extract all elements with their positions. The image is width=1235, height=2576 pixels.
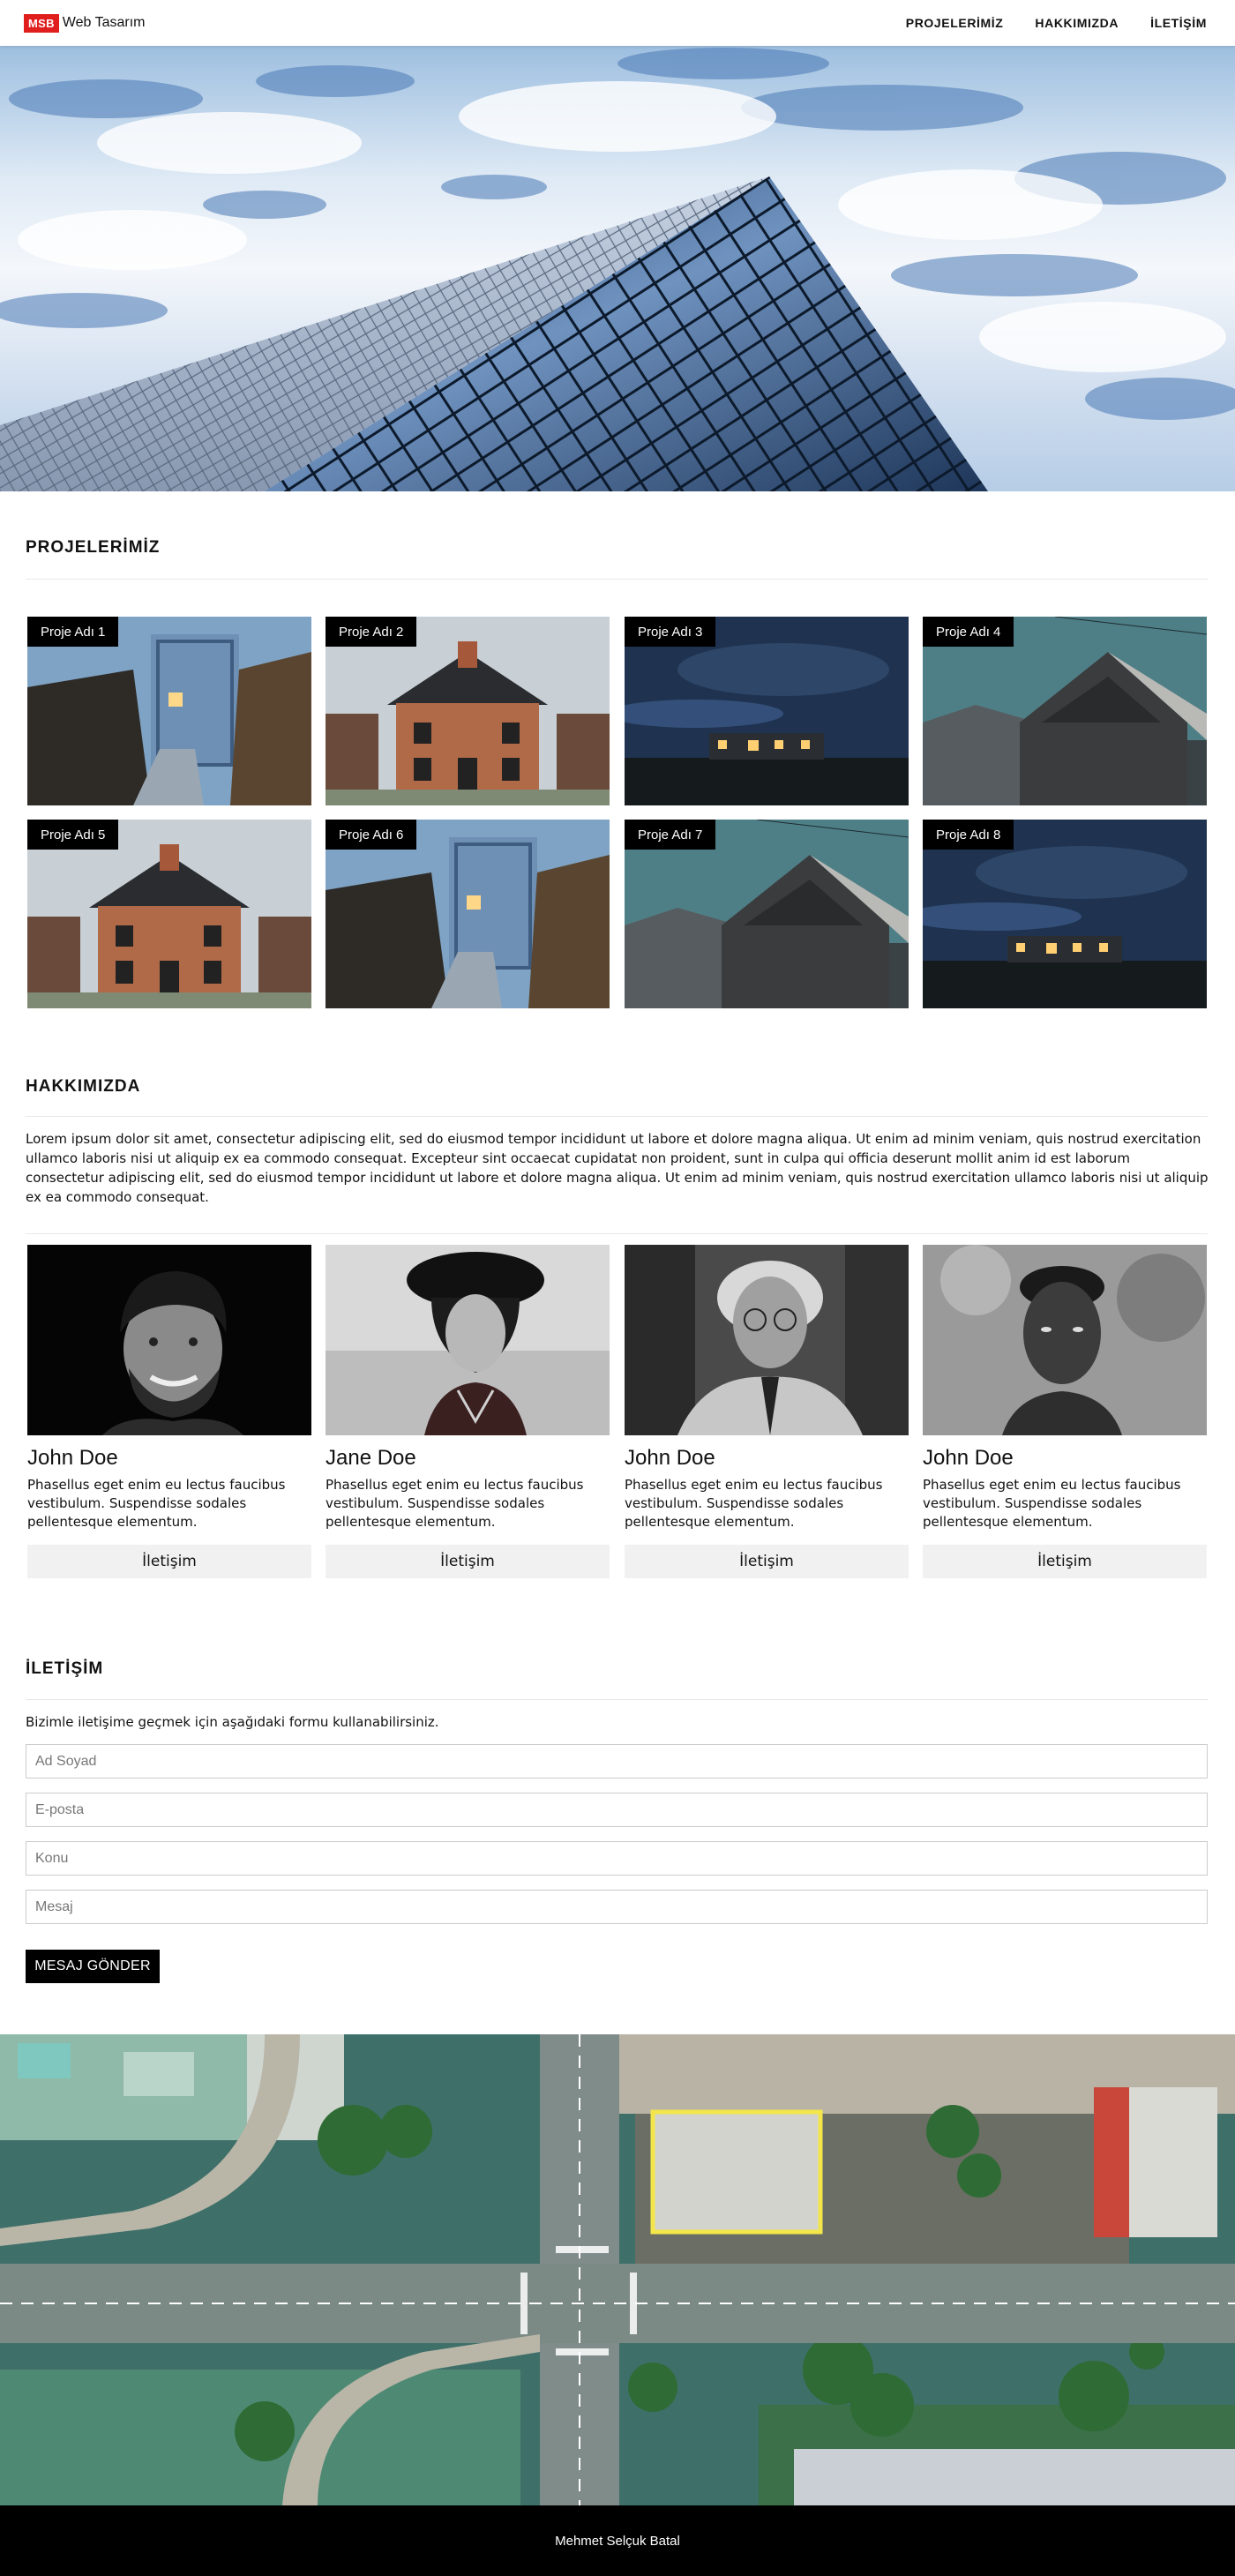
contact-divider [26,1699,1208,1700]
team-name: John Doe [625,1446,715,1470]
team-description: Phasellus eget enim eu lectus faucibus v… [625,1477,883,1530]
team-photo [923,1245,1207,1435]
team-contact-button[interactable]: İletişim [326,1545,610,1578]
brand-badge: MSB [24,13,59,33]
project-card[interactable]: Proje Adı 3 [625,617,909,805]
team-description: Phasellus eget enim eu lectus faucibus v… [27,1477,286,1530]
about-divider [26,1116,1208,1117]
project-label: Proje Adı 8 [923,820,1014,850]
hero-image [0,46,1235,491]
project-label: Proje Adı 2 [326,617,417,647]
contact-heading: İLETİŞİM [26,1659,104,1678]
team-contact-button[interactable]: İletişim [27,1545,311,1578]
team-card: John Doe Phasellus eget enim eu lectus f… [27,1245,311,1578]
project-card[interactable]: Proje Adı 8 [923,820,1207,1008]
project-card[interactable]: Proje Adı 5 [27,820,311,1008]
project-label: Proje Adı 7 [625,820,716,850]
message-field[interactable] [26,1890,1208,1924]
team-photo [27,1245,311,1435]
nav-link-contact[interactable]: İLETİŞİM [1134,16,1211,30]
footer-author: Mehmet Selçuk Batal [555,2533,680,2549]
about-text: Lorem ipsum dolor sit amet, consectetur … [26,1131,1209,1205]
team-card: Jane Doe Phasellus eget enim eu lectus f… [326,1245,610,1578]
team-photo [625,1245,909,1435]
project-card[interactable]: Proje Adı 6 [326,820,610,1008]
project-card[interactable]: Proje Adı 7 [625,820,909,1008]
projects-divider [26,579,1208,580]
team-card: John Doe Phasellus eget enim eu lectus f… [923,1245,1207,1578]
contact-intro: Bizimle iletişime geçmek için aşağıdaki … [26,1714,439,1730]
team-card: John Doe Phasellus eget enim eu lectus f… [625,1245,909,1578]
projects-heading: PROJELERİMİZ [26,538,161,557]
project-label: Proje Adı 3 [625,617,716,647]
nav-link-about[interactable]: HAKKIMIZDA [1019,16,1134,30]
project-card[interactable]: Proje Adı 4 [923,617,1207,805]
team-name: John Doe [923,1446,1014,1470]
nav-links: PROJELERİMİZ HAKKIMIZDA İLETİŞİM [890,16,1211,30]
project-card[interactable]: Proje Adı 1 [27,617,311,805]
team-description: Phasellus eget enim eu lectus faucibus v… [326,1477,584,1530]
subject-field[interactable] [26,1841,1208,1876]
top-navbar: MSB Web Tasarım PROJELERİMİZ HAKKIMIZDA … [0,0,1235,46]
project-label: Proje Adı 4 [923,617,1014,647]
team-description: Phasellus eget enim eu lectus faucibus v… [923,1477,1181,1530]
team-name: Jane Doe [326,1446,416,1470]
brand-name: Web Tasarım [62,15,146,30]
nav-link-projects[interactable]: PROJELERİMİZ [890,16,1020,30]
about-divider-2 [26,1233,1208,1234]
brand-logo[interactable]: MSB Web Tasarım [24,13,146,33]
project-label: Proje Adı 6 [326,820,417,850]
project-card[interactable]: Proje Adı 2 [326,617,610,805]
email-field[interactable] [26,1793,1208,1827]
project-label: Proje Adı 5 [27,820,119,850]
team-contact-button[interactable]: İletişim [625,1545,909,1578]
send-message-button[interactable]: MESAJ GÖNDER [26,1950,160,1983]
team-contact-button[interactable]: İletişim [923,1545,1207,1578]
team-name: John Doe [27,1446,118,1470]
footer: Mehmet Selçuk Batal [0,2505,1235,2576]
name-field[interactable] [26,1744,1208,1778]
about-heading: HAKKIMIZDA [26,1077,141,1096]
project-label: Proje Adı 1 [27,617,119,647]
team-photo [326,1245,610,1435]
aerial-city-image [0,2034,1235,2505]
